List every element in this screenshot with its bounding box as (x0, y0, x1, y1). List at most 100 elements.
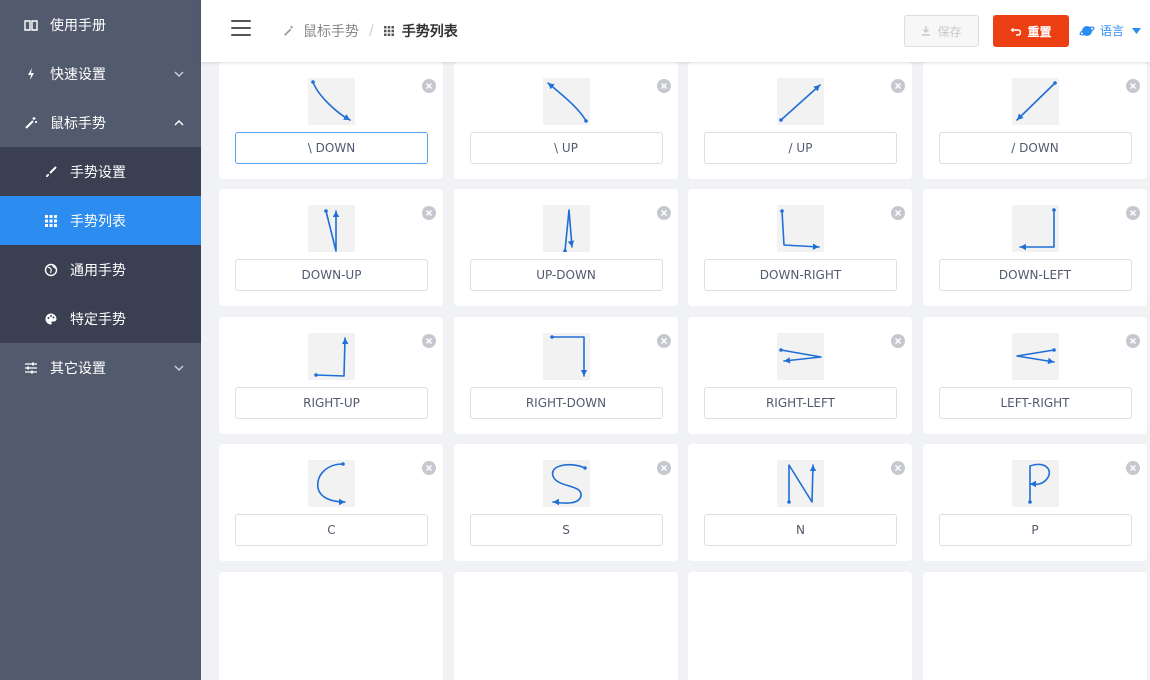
caret-down-icon (1132, 27, 1142, 34)
delete-gesture-icon[interactable] (422, 205, 436, 220)
gesture-card (688, 62, 912, 179)
delete-gesture-icon[interactable] (422, 78, 436, 93)
menu-item-label: 快速设置 (50, 66, 106, 83)
menu-item-quick-settings[interactable]: 快速设置 (0, 49, 201, 98)
gesture-stroke-preview (777, 205, 824, 252)
delete-gesture-icon[interactable] (1125, 333, 1140, 348)
gesture-card (219, 189, 443, 306)
gesture-name-input[interactable] (235, 514, 428, 546)
gesture-name-input[interactable] (938, 131, 1132, 164)
gesture-stroke-preview (542, 460, 590, 507)
reset-button-label: 重置 (1027, 24, 1052, 39)
magic-wand-icon (24, 116, 38, 130)
brush-icon (44, 165, 58, 179)
breadcrumb-item[interactable]: 鼠标手势 (303, 21, 359, 41)
gesture-stroke-preview (1011, 77, 1059, 125)
sidebar-item-common-gestures[interactable]: 通用手势 (0, 245, 201, 294)
gesture-name-input[interactable] (469, 131, 663, 164)
language-dropdown[interactable]: 语言 (1079, 22, 1142, 39)
gesture-stroke-preview (308, 205, 355, 252)
gesture-stroke-preview (542, 205, 590, 253)
gesture-card (688, 571, 912, 680)
palette-icon (44, 312, 58, 326)
lightning-icon (24, 67, 38, 81)
sidebar-item-gesture-settings[interactable]: 手势设置 (0, 147, 201, 196)
gesture-name-input[interactable] (704, 514, 897, 546)
gesture-card (453, 316, 678, 434)
gesture-card (219, 571, 443, 680)
save-button-label: 保存 (937, 24, 962, 39)
sidebar-item-specific-gestures[interactable]: 特定手势 (0, 294, 201, 343)
gesture-name-input[interactable] (469, 514, 663, 546)
sidebar-item-gesture-list[interactable]: 手势列表 (0, 196, 201, 245)
sidebar-item-label: 手势设置 (70, 164, 126, 181)
delete-gesture-icon[interactable] (656, 460, 671, 475)
gesture-stroke-preview (542, 77, 590, 125)
sidebar-item-label: 通用手势 (70, 262, 126, 279)
submenu-mouse-gestures: 手势设置 手势列表 通用手势 特定手势 (0, 147, 201, 343)
gesture-stroke-preview (777, 460, 824, 507)
gesture-name-input[interactable] (938, 386, 1132, 419)
gesture-card (688, 316, 912, 434)
sidebar-item-label: 手势列表 (70, 213, 126, 230)
gesture-name-input[interactable] (704, 259, 897, 291)
chevron-down-icon (174, 364, 184, 371)
delete-gesture-icon[interactable] (656, 333, 671, 348)
download-icon (921, 26, 931, 36)
gesture-card (922, 316, 1147, 434)
breadcrumb-separator: / (369, 23, 374, 39)
menu-item-mouse-gestures[interactable]: 鼠标手势 (0, 98, 201, 147)
gesture-name-input[interactable] (704, 386, 897, 419)
language-label: 语言 (1100, 24, 1125, 38)
globe-icon (44, 263, 58, 277)
delete-gesture-icon[interactable] (891, 78, 905, 93)
delete-gesture-icon[interactable] (1125, 78, 1140, 93)
gesture-stroke-preview (308, 460, 355, 507)
gesture-card (453, 189, 678, 306)
gesture-card (688, 444, 912, 561)
delete-gesture-icon[interactable] (1125, 460, 1140, 475)
delete-gesture-icon[interactable] (891, 460, 905, 475)
delete-gesture-icon[interactable] (422, 460, 436, 475)
gesture-card (453, 571, 678, 680)
gesture-stroke-preview (542, 332, 590, 380)
delete-gesture-icon[interactable] (891, 205, 905, 220)
gesture-name-input[interactable] (469, 386, 663, 419)
gesture-name-input[interactable] (235, 259, 428, 291)
gesture-stroke-preview (777, 332, 824, 380)
gesture-stroke-preview (1011, 205, 1059, 252)
menu-item-other-settings[interactable]: 其它设置 (0, 343, 201, 392)
gesture-card (453, 62, 678, 179)
delete-gesture-icon[interactable] (1125, 205, 1140, 220)
gesture-stroke-preview (308, 77, 355, 125)
menu-item-label: 鼠标手势 (50, 115, 106, 132)
menu-item-manual[interactable]: 使用手册 (0, 0, 201, 49)
reset-button[interactable]: 重置 (993, 15, 1069, 47)
gesture-name-input[interactable] (938, 514, 1132, 546)
chevron-up-icon (174, 119, 184, 126)
delete-gesture-icon[interactable] (656, 78, 671, 93)
delete-gesture-icon[interactable] (422, 333, 436, 348)
gesture-card (922, 189, 1147, 306)
magic-wand-icon (283, 25, 295, 37)
gesture-card (688, 189, 912, 306)
planet-icon (1079, 23, 1095, 39)
gesture-name-input[interactable] (938, 259, 1132, 291)
gesture-card (453, 444, 678, 561)
delete-gesture-icon[interactable] (656, 205, 671, 220)
book-icon (24, 18, 38, 32)
header: 鼠标手势 / 手势列表 保存 重置 语言 (201, 0, 1150, 62)
gesture-name-input[interactable] (235, 386, 428, 419)
gesture-card (219, 62, 443, 179)
breadcrumb-current: 手势列表 (401, 24, 458, 40)
sidebar: 使用手册 快速设置 鼠标手势 手势设置 手势列表 通用手势 特定手势 其它设置 (0, 0, 201, 680)
menu-toggle-icon[interactable] (231, 20, 251, 36)
gesture-name-input[interactable] (235, 131, 428, 164)
undo-icon (1010, 26, 1022, 36)
gesture-name-input[interactable] (469, 259, 663, 291)
gesture-card (922, 62, 1147, 179)
delete-gesture-icon[interactable] (891, 333, 905, 348)
gesture-name-input[interactable] (704, 131, 897, 164)
save-button[interactable]: 保存 (904, 15, 979, 47)
gesture-stroke-preview (777, 77, 824, 125)
